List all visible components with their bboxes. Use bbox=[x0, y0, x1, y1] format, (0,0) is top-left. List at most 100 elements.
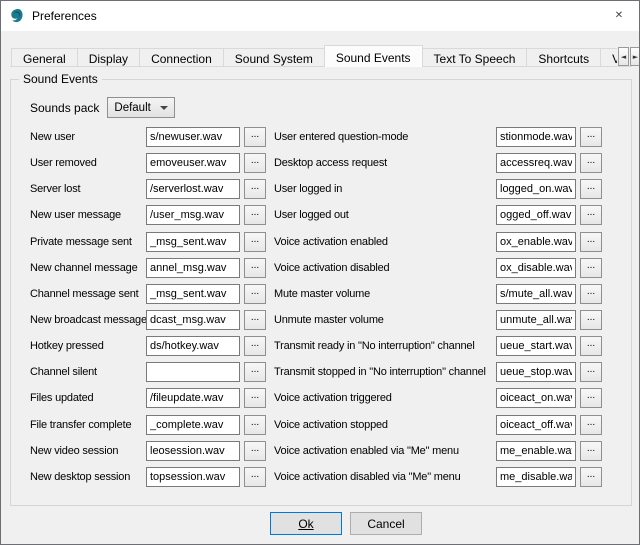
tab-connection[interactable]: Connection bbox=[139, 48, 224, 67]
browse-button[interactable]: ... bbox=[580, 441, 602, 461]
browse-button[interactable]: ... bbox=[244, 179, 266, 199]
tab-text-to-speech[interactable]: Text To Speech bbox=[422, 48, 528, 67]
sound-file-input[interactable] bbox=[496, 232, 576, 252]
tab-general[interactable]: General bbox=[11, 48, 78, 67]
browse-button[interactable]: ... bbox=[244, 336, 266, 356]
browse-button[interactable]: ... bbox=[244, 441, 266, 461]
sounds-pack-value: Default bbox=[114, 102, 150, 114]
browse-button[interactable]: ... bbox=[244, 310, 266, 330]
browse-button[interactable]: ... bbox=[244, 415, 266, 435]
sound-event-label: Hotkey pressed bbox=[30, 340, 146, 352]
ok-button[interactable]: Ok bbox=[270, 512, 342, 535]
sound-file-input[interactable] bbox=[146, 284, 240, 304]
sound-file-input[interactable] bbox=[496, 179, 576, 199]
browse-button[interactable]: ... bbox=[244, 205, 266, 225]
browse-button[interactable]: ... bbox=[580, 336, 602, 356]
sound-file-input[interactable] bbox=[496, 205, 576, 225]
tab-scroll-buttons: ◄ ► bbox=[617, 47, 640, 66]
sound-event-row: New user message ... bbox=[30, 202, 274, 228]
sound-file-input[interactable] bbox=[146, 205, 240, 225]
browse-button[interactable]: ... bbox=[244, 388, 266, 408]
sound-file-input[interactable] bbox=[146, 362, 240, 382]
sound-file-input[interactable] bbox=[146, 258, 240, 278]
sound-event-label: Voice activation disabled via "Me" menu bbox=[274, 471, 496, 483]
sound-event-row: New desktop session ... bbox=[30, 464, 274, 490]
sound-event-row: Voice activation stopped ... bbox=[274, 412, 602, 438]
sounds-pack-select[interactable]: Default bbox=[107, 97, 175, 118]
tab-sound-system[interactable]: Sound System bbox=[223, 48, 325, 67]
browse-button[interactable]: ... bbox=[580, 284, 602, 304]
tab-shortcuts[interactable]: Shortcuts bbox=[526, 48, 601, 67]
sound-event-row: New broadcast message ... bbox=[30, 307, 274, 333]
sound-event-label: Voice activation enabled bbox=[274, 236, 496, 248]
sound-file-input[interactable] bbox=[496, 336, 576, 356]
sound-file-input[interactable] bbox=[146, 179, 240, 199]
sound-file-input[interactable] bbox=[496, 467, 576, 487]
browse-button[interactable]: ... bbox=[244, 153, 266, 173]
browse-button[interactable]: ... bbox=[244, 258, 266, 278]
browse-button[interactable]: ... bbox=[580, 388, 602, 408]
sound-event-label: New channel message bbox=[30, 262, 146, 274]
sound-file-input[interactable] bbox=[146, 310, 240, 330]
sound-event-row: Voice activation disabled via "Me" menu … bbox=[274, 464, 602, 490]
browse-button[interactable]: ... bbox=[580, 310, 602, 330]
browse-button[interactable]: ... bbox=[580, 362, 602, 382]
sound-file-input[interactable] bbox=[496, 415, 576, 435]
browse-button[interactable]: ... bbox=[580, 179, 602, 199]
cancel-button[interactable]: Cancel bbox=[350, 512, 422, 535]
sound-file-input[interactable] bbox=[496, 441, 576, 461]
browse-button[interactable]: ... bbox=[244, 284, 266, 304]
browse-button[interactable]: ... bbox=[580, 153, 602, 173]
sound-file-input[interactable] bbox=[146, 127, 240, 147]
sound-file-input[interactable] bbox=[496, 258, 576, 278]
sound-event-label: User removed bbox=[30, 157, 146, 169]
browse-button[interactable]: ... bbox=[580, 258, 602, 278]
browse-button[interactable]: ... bbox=[580, 415, 602, 435]
sound-file-input[interactable] bbox=[496, 284, 576, 304]
browse-button[interactable]: ... bbox=[580, 205, 602, 225]
sound-file-input[interactable] bbox=[496, 388, 576, 408]
sound-event-label: User logged out bbox=[274, 209, 496, 221]
sound-event-label: Transmit stopped in "No interruption" ch… bbox=[274, 366, 496, 378]
close-icon[interactable]: ✕ bbox=[599, 1, 639, 30]
sound-file-input[interactable] bbox=[146, 415, 240, 435]
sound-event-label: Transmit ready in "No interruption" chan… bbox=[274, 340, 496, 352]
sound-file-input[interactable] bbox=[146, 232, 240, 252]
tab-display[interactable]: Display bbox=[77, 48, 140, 67]
sound-file-input[interactable] bbox=[146, 336, 240, 356]
sound-file-input[interactable] bbox=[496, 310, 576, 330]
sound-event-row: User logged in ... bbox=[274, 176, 602, 202]
sound-event-row: New channel message ... bbox=[30, 255, 274, 281]
sound-file-input[interactable] bbox=[146, 388, 240, 408]
group-title: Sound Events bbox=[19, 72, 102, 86]
sound-event-label: Voice activation stopped bbox=[274, 419, 496, 431]
sound-event-label: Voice activation enabled via "Me" menu bbox=[274, 445, 496, 457]
tab-video[interactable]: Video bbox=[600, 48, 617, 67]
sound-event-row: Voice activation enabled via "Me" menu .… bbox=[274, 438, 602, 464]
browse-button[interactable]: ... bbox=[580, 127, 602, 147]
sound-event-label: File transfer complete bbox=[30, 419, 146, 431]
sound-file-input[interactable] bbox=[146, 441, 240, 461]
sound-file-input[interactable] bbox=[496, 127, 576, 147]
browse-button[interactable]: ... bbox=[244, 467, 266, 487]
sound-event-label: Desktop access request bbox=[274, 157, 496, 169]
sound-file-input[interactable] bbox=[146, 153, 240, 173]
sound-file-input[interactable] bbox=[496, 153, 576, 173]
tab-scroll-right-icon[interactable]: ► bbox=[630, 47, 640, 66]
sound-event-row: New video session ... bbox=[30, 438, 274, 464]
tab-scroll-left-icon[interactable]: ◄ bbox=[618, 47, 629, 66]
browse-button[interactable]: ... bbox=[580, 232, 602, 252]
sound-file-input[interactable] bbox=[496, 362, 576, 382]
titlebar: Preferences ✕ bbox=[1, 1, 639, 31]
browse-button[interactable]: ... bbox=[244, 127, 266, 147]
browse-button[interactable]: ... bbox=[244, 232, 266, 252]
sound-event-label: Server lost bbox=[30, 183, 146, 195]
tab-sound-events[interactable]: Sound Events bbox=[324, 45, 423, 67]
sound-file-input[interactable] bbox=[146, 467, 240, 487]
browse-button[interactable]: ... bbox=[244, 362, 266, 382]
browse-button[interactable]: ... bbox=[580, 467, 602, 487]
sound-event-label: Private message sent bbox=[30, 236, 146, 248]
chevron-down-icon bbox=[160, 106, 168, 110]
sounds-pack-label: Sounds pack bbox=[30, 101, 99, 115]
sound-event-label: Files updated bbox=[30, 392, 146, 404]
